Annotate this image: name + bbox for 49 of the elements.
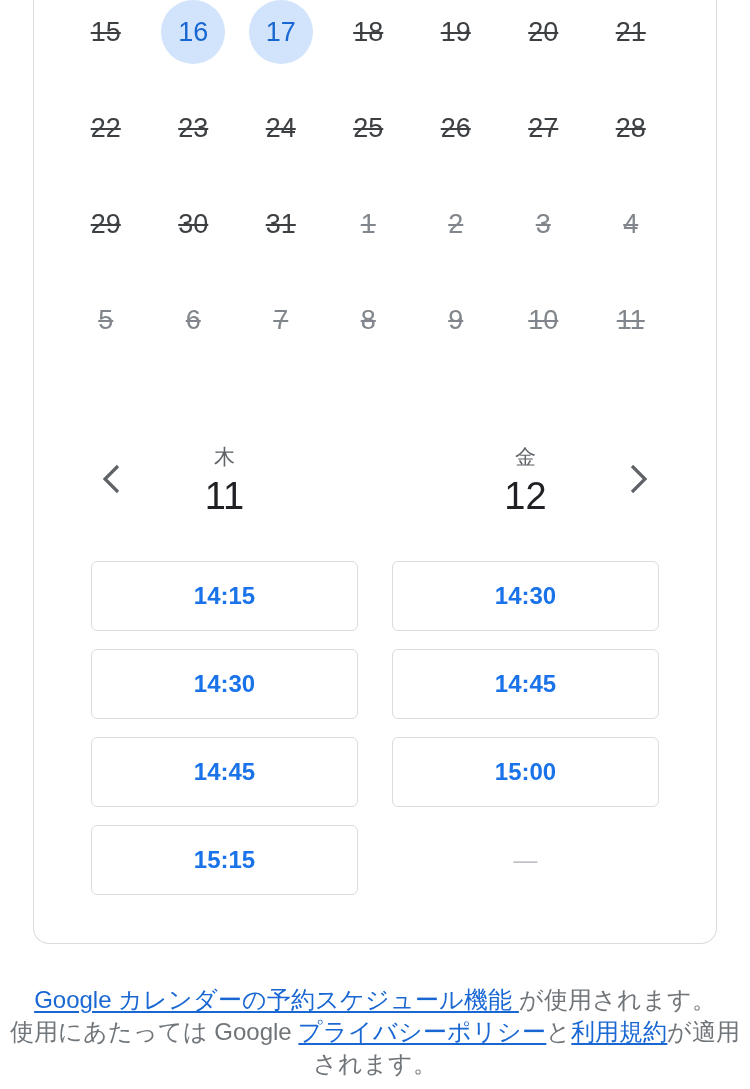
calendar-day: 24 <box>265 112 296 144</box>
calendar-day: 29 <box>90 208 121 240</box>
calendar-day: 11 <box>616 304 645 336</box>
date-label: 11 <box>204 476 245 516</box>
time-slot-button[interactable]: 14:30 <box>392 561 659 631</box>
next-days-button[interactable] <box>628 462 650 496</box>
empty-slot-dash: — <box>513 846 538 874</box>
calendar-day-button[interactable]: 16 <box>161 0 226 64</box>
calendar-day: 19 <box>440 16 471 48</box>
calendar-day: 9 <box>448 304 464 336</box>
calendar-day: 28 <box>615 112 646 144</box>
calendar-day: 30 <box>178 208 209 240</box>
time-slot-button[interactable]: 14:30 <box>91 649 358 719</box>
time-slot-button[interactable]: 15:15 <box>91 825 358 895</box>
calendar-day: 22 <box>90 112 121 144</box>
calendar-day: 18 <box>353 16 384 48</box>
time-slot-button[interactable]: 14:45 <box>392 649 659 719</box>
footer-link[interactable]: プライバシーポリシー <box>298 1018 547 1045</box>
calendar-day: 6 <box>185 304 201 336</box>
date-label: 12 <box>504 476 547 516</box>
chevron-left-icon <box>102 464 120 494</box>
calendar-day: 27 <box>528 112 559 144</box>
time-slot-button[interactable]: 14:45 <box>91 737 358 807</box>
time-slot-button[interactable]: 14:15 <box>91 561 358 631</box>
calendar-day: 1 <box>360 208 376 240</box>
previous-days-button[interactable] <box>100 462 122 496</box>
weekday-label: 金 <box>515 444 536 470</box>
footer-link[interactable]: 利用規約 <box>571 1018 668 1045</box>
calendar-day: 10 <box>528 304 559 336</box>
calendar-day: 7 <box>273 304 289 336</box>
calendar-day: 25 <box>353 112 384 144</box>
calendar-day: 26 <box>440 112 471 144</box>
calendar-day: 31 <box>265 208 296 240</box>
calendar-day: 20 <box>528 16 559 48</box>
footer-notice: 使用にあたっては Google プライバシーポリシー と 利用規約が適用されます。 <box>9 1017 741 1079</box>
calendar-day: 4 <box>623 208 639 240</box>
weekday-label: 木 <box>214 444 235 470</box>
calendar-day: 23 <box>178 112 209 144</box>
calendar-day: 8 <box>360 304 376 336</box>
calendar-day: 15 <box>90 16 121 48</box>
footer-link[interactable]: Google カレンダーの予約スケジュール機能 <box>34 986 519 1013</box>
footer-notice: Google カレンダーの予約スケジュール機能 が使用されます。 <box>33 985 717 1015</box>
time-slot-button[interactable]: 15:00 <box>392 737 659 807</box>
calendar-day-button[interactable]: 17 <box>248 0 313 64</box>
calendar-day: 2 <box>448 208 464 240</box>
chevron-right-icon <box>630 464 648 494</box>
calendar-day: 3 <box>535 208 551 240</box>
calendar-day: 5 <box>98 304 114 336</box>
calendar-day: 21 <box>615 16 646 48</box>
